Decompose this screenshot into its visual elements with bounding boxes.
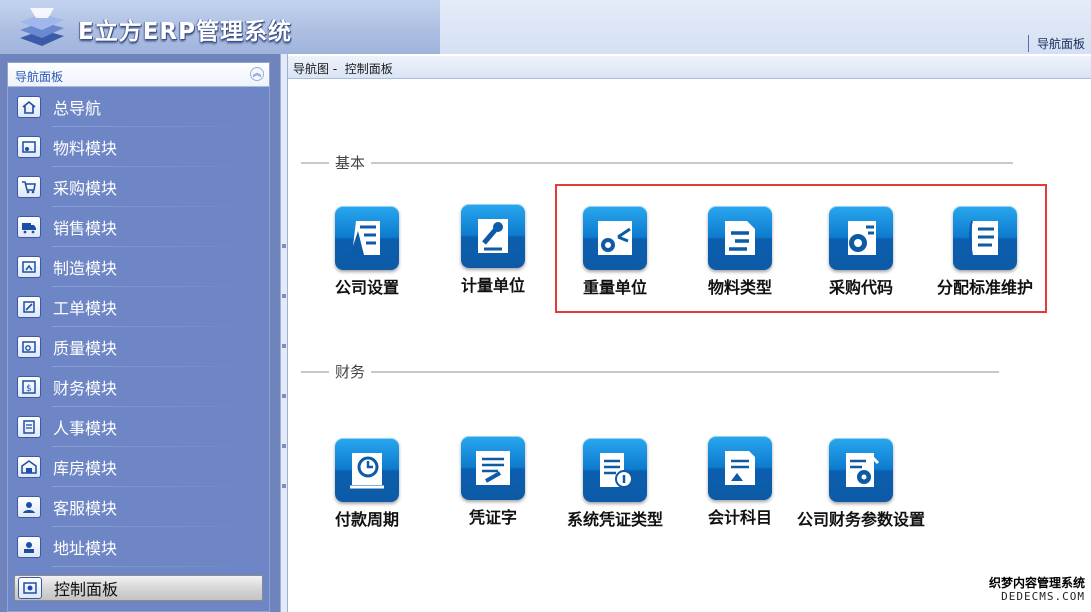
voucher-type-icon — [583, 438, 647, 502]
company-settings-icon — [335, 206, 399, 270]
splitter-grip — [282, 444, 286, 448]
payment-cycle-icon — [335, 438, 399, 502]
address-icon — [17, 536, 41, 558]
finance-icon: $ — [17, 376, 41, 398]
breadcrumb: 导航图 - 控制面板 — [288, 56, 1091, 79]
home-icon — [17, 96, 41, 118]
sidebar-item-label: 库房模块 — [53, 459, 118, 478]
customer-service-icon — [17, 496, 41, 518]
nav-panel-link[interactable]: 导航面板 — [1027, 35, 1085, 52]
panel-splitter[interactable] — [280, 54, 288, 612]
collapse-icon[interactable]: ︽ — [250, 67, 264, 81]
sidebar-item-customer-service[interactable]: 客服模块 — [8, 487, 269, 527]
tile-voucher-word[interactable]: 凭证字 — [428, 436, 558, 528]
section-divider — [301, 162, 1013, 164]
tile-account-subject[interactable]: 会计科目 — [675, 436, 805, 528]
sidebar-item-manufacturing[interactable]: 制造模块 — [8, 247, 269, 287]
cart-icon — [17, 176, 41, 198]
section-title-basic: 基本 — [329, 152, 372, 173]
highlight-box — [555, 184, 1047, 313]
tile-caption: 系统凭证类型 — [566, 510, 663, 529]
sidebar-item-label: 物料模块 — [53, 139, 118, 158]
breadcrumb-text: 导航图 - 控制面板 — [293, 62, 393, 76]
splitter-grip — [282, 294, 286, 298]
sidebar-item-control-panel[interactable]: 控制面板 — [14, 575, 263, 601]
tile-caption: 凭证字 — [468, 508, 517, 527]
splitter-grip — [282, 484, 286, 488]
work-order-icon — [17, 296, 41, 318]
control-panel-icon — [18, 577, 42, 599]
logo-icon — [20, 8, 64, 46]
tile-measure-unit[interactable]: 计量单位 — [428, 204, 558, 296]
splitter-grip — [282, 344, 286, 348]
sidebar-item-warehouse[interactable]: 库房模块 — [8, 447, 269, 487]
watermark-line2: DEDECMS.COM — [1001, 590, 1085, 603]
sidebar-item-finance[interactable]: $ 财务模块 — [8, 367, 269, 407]
sidebar-item-personnel[interactable]: 人事模块 — [8, 407, 269, 447]
header-right-pane — [440, 0, 1091, 54]
sidebar-item-label: 销售模块 — [53, 219, 118, 238]
tile-voucher-type[interactable]: 系统凭证类型 — [550, 438, 680, 530]
personnel-icon — [17, 416, 41, 438]
sidebar-item-label: 客服模块 — [53, 499, 118, 518]
sidebar-item-quality[interactable]: 质量模块 — [8, 327, 269, 367]
quality-icon — [17, 336, 41, 358]
app-header: E立方ERP管理系统 导航面板 — [0, 0, 1091, 54]
section-divider — [301, 371, 999, 373]
tile-caption: 公司设置 — [334, 278, 399, 297]
splitter-grip — [282, 244, 286, 248]
sidebar: 导航面板 ︽ 总导航 物料模块 采购模块 销售模块 制造模块 工单模块 质量模块… — [7, 62, 270, 612]
sidebar-item-sales[interactable]: 销售模块 — [8, 207, 269, 247]
section-title-finance: 财务 — [329, 361, 372, 382]
sidebar-item-label: 财务模块 — [53, 379, 118, 398]
sidebar-item-home[interactable]: 总导航 — [8, 87, 269, 127]
sidebar-item-purchase[interactable]: 采购模块 — [8, 167, 269, 207]
materials-icon — [17, 136, 41, 158]
sidebar-item-label: 工单模块 — [53, 299, 118, 318]
watermark-line1: 织梦内容管理系统 — [988, 576, 1085, 590]
sidebar-item-work-order[interactable]: 工单模块 — [8, 287, 269, 327]
sidebar-item-label: 人事模块 — [53, 419, 118, 438]
sidebar-header: 导航面板 ︽ — [8, 63, 269, 87]
tile-caption: 付款周期 — [334, 510, 399, 529]
sidebar-item-address[interactable]: 地址模块 — [8, 527, 269, 567]
measure-unit-icon — [461, 204, 525, 268]
app-title: E立方ERP管理系统 — [78, 19, 292, 45]
sidebar-item-materials[interactable]: 物料模块 — [8, 127, 269, 167]
factory-icon — [17, 256, 41, 278]
truck-icon — [17, 216, 41, 238]
sidebar-item-label: 采购模块 — [53, 179, 118, 198]
tile-caption: 计量单位 — [460, 276, 525, 295]
sidebar-item-label: 总导航 — [53, 99, 102, 118]
svg-text:$: $ — [26, 384, 32, 394]
tile-company-settings[interactable]: 公司设置 — [302, 206, 432, 298]
splitter-grip — [282, 394, 286, 398]
sidebar-item-label: 质量模块 — [53, 339, 118, 358]
sidebar-item-label: 地址模块 — [53, 539, 118, 558]
sidebar-title: 导航面板 — [15, 70, 64, 84]
finance-params-icon — [829, 438, 893, 502]
tile-payment-cycle[interactable]: 付款周期 — [302, 438, 432, 530]
warehouse-icon — [17, 456, 41, 478]
tile-caption: 会计科目 — [707, 508, 772, 527]
voucher-word-icon — [461, 436, 525, 500]
control-panel-content: 基本 公司设置 计量单位 重量单位 物料类型 采购代码 分配标准维护 财务 付款… — [289, 80, 1091, 612]
watermark: 织梦内容管理系统 DEDECMS.COM — [989, 576, 1085, 604]
tile-caption: 公司财务参数设置 — [796, 510, 925, 529]
account-subject-icon — [708, 436, 772, 500]
sidebar-item-label: 控制面板 — [54, 580, 119, 599]
sidebar-item-label: 制造模块 — [53, 259, 118, 278]
tile-finance-params[interactable]: 公司财务参数设置 — [796, 438, 926, 530]
